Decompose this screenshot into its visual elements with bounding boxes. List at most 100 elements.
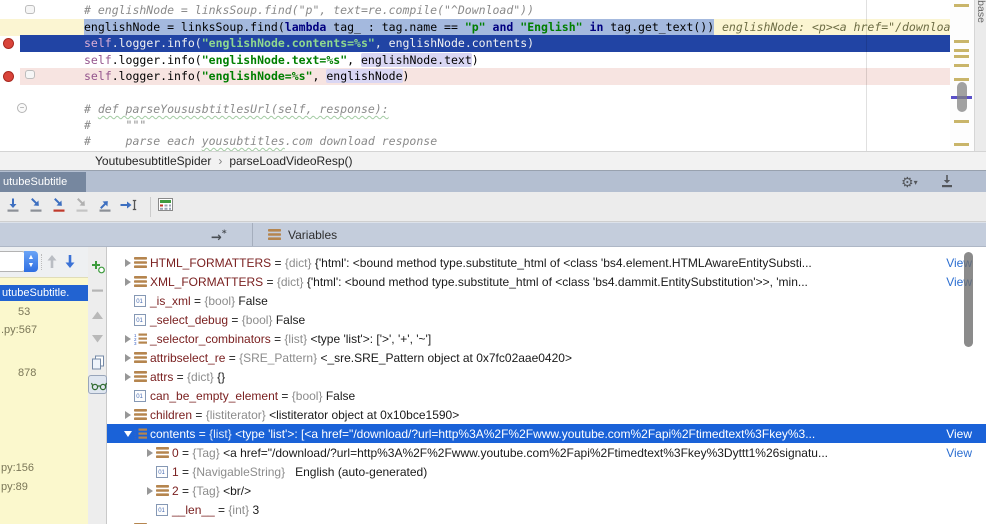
collapse-arrow-icon[interactable] (122, 430, 134, 437)
inline-debugger-value: englishNode: <p><a href="/download/ (722, 19, 965, 34)
step-over-icon[interactable] (4, 197, 24, 217)
object-variable-icon (134, 257, 150, 268)
variable-row[interactable]: 0 = {Tag} <a href="/download/?url=http%3… (107, 443, 986, 462)
stack-frame-row[interactable]: py:89 (1, 479, 28, 495)
next-frame-icon[interactable] (63, 253, 77, 270)
hide-frames-arrow-icon[interactable]: →* (211, 227, 231, 245)
warning-stripe-mark[interactable] (954, 78, 969, 81)
stack-frame-row[interactable]: .py:567 (1, 322, 37, 338)
fold-marker-icon[interactable] (25, 70, 35, 79)
variable-row[interactable]: 1 2 3 _selector_combinators = {list} <type … (107, 329, 986, 348)
code-line[interactable]: self.logger.info("englishNode.contents=%… (0, 35, 950, 52)
expand-arrow-icon[interactable] (122, 258, 134, 267)
expand-arrow-icon[interactable] (122, 277, 134, 286)
settings-gear-icon[interactable]: ⚙▾ (901, 173, 929, 191)
variable-type: {list} (284, 331, 311, 346)
code-line[interactable]: # def parseYoususbtitlesUrl(self, respon… (0, 101, 950, 118)
toolbar-separator (150, 197, 151, 217)
editor-scrollbar-thumb[interactable] (957, 82, 967, 112)
variable-row[interactable]: 01 can_be_empty_element = {bool} False (107, 386, 986, 405)
move-watch-up-icon[interactable] (91, 309, 104, 322)
smart-step-into-icon[interactable] (73, 197, 93, 217)
hide-toolwindow-icon[interactable] (940, 174, 956, 190)
debug-session-tab[interactable]: utubeSubtitle (0, 172, 86, 193)
variable-row[interactable]: descendants = {generator} <generator obj… (107, 519, 986, 524)
previous-frame-icon[interactable] (45, 253, 59, 270)
frames-list[interactable]: utubeSubtitle. 53 .py:567 878 py:156 py:89 (0, 277, 90, 524)
arrow-glyph (125, 258, 131, 267)
variable-type: {bool} (291, 388, 326, 403)
expand-arrow-icon[interactable] (122, 334, 134, 343)
error-stripe[interactable] (950, 0, 974, 151)
svg-text:01: 01 (136, 394, 143, 400)
breakpoint-icon[interactable] (3, 37, 14, 49)
warning-stripe-mark[interactable] (954, 4, 969, 7)
variable-row[interactable]: HTML_FORMATTERS = {dict} {'html': <bound… (107, 253, 986, 272)
variables-tree[interactable]: HTML_FORMATTERS = {dict} {'html': <bound… (107, 247, 986, 524)
move-watch-down-icon[interactable] (91, 331, 104, 344)
variable-row[interactable]: XML_FORMATTERS = {dict} {'html': <bound … (107, 272, 986, 291)
fold-marker-icon[interactable] (25, 5, 35, 14)
code-line[interactable]: # englishNode = linksSoup.find("p", text… (0, 2, 950, 19)
warning-stripe-mark[interactable] (954, 143, 969, 146)
stack-frame-row[interactable]: py:156 (1, 460, 34, 476)
expand-arrow-icon[interactable] (122, 372, 134, 381)
breadcrumb-class[interactable]: YoutubesubtitleSpider (95, 154, 211, 168)
variable-row[interactable]: attrs = {dict} {} (107, 367, 986, 386)
variable-row[interactable]: attribselect_re = {SRE_Pattern} <_sre.SR… (107, 348, 986, 367)
variable-type: {dict} (276, 274, 307, 289)
view-link[interactable]: View (940, 427, 972, 441)
code-line[interactable]: # """ (0, 117, 950, 134)
expand-arrow-icon[interactable] (144, 486, 156, 495)
breakpoint-icon[interactable] (3, 70, 14, 82)
thread-combobox[interactable] (0, 251, 26, 272)
add-watch-icon[interactable] (91, 260, 105, 274)
warning-stripe-mark[interactable] (954, 40, 969, 43)
equals-sign: = (178, 464, 193, 479)
arrow-glyph (125, 334, 131, 343)
fold-marker-icon[interactable]: − (17, 103, 27, 113)
code-line[interactable]: self.logger.info("englishNode.text=%s", … (0, 52, 950, 69)
run-to-cursor-icon[interactable] (119, 197, 139, 217)
variable-row[interactable]: 01 _is_xml = {bool} False (107, 291, 986, 310)
expand-arrow-icon[interactable] (122, 410, 134, 419)
variable-row[interactable]: 01 __len__ = {int} 3 (107, 500, 986, 519)
remove-watch-icon[interactable] (91, 284, 104, 297)
evaluate-expression-icon[interactable] (157, 197, 177, 217)
view-link[interactable]: View (940, 446, 972, 460)
variable-row[interactable]: 2 = {Tag} <br/> (107, 481, 986, 500)
step-out-icon[interactable] (96, 197, 116, 217)
variables-scrollbar-thumb[interactable] (964, 252, 973, 347)
variable-name: HTML_FORMATTERS (150, 255, 272, 270)
database-toolwindow-button[interactable]: Database (975, 0, 986, 23)
breadcrumb-method[interactable]: parseLoadVideoResp() (229, 154, 352, 168)
warning-stripe-mark[interactable] (954, 49, 969, 52)
thread-combobox-stepper[interactable]: ▲ ▼ (24, 251, 38, 272)
code-line[interactable]: englishNode = linksSoup.find(lambda tag_… (0, 18, 964, 36)
show-watches-icon[interactable] (88, 375, 107, 394)
variable-type: {bool} (241, 312, 276, 327)
code-line[interactable]: self.logger.info("englishNode=%s", engli… (0, 68, 950, 85)
panel-header-separator (252, 223, 253, 246)
step-into-icon[interactable] (27, 197, 47, 217)
variable-row[interactable]: 01 _select_debug = {bool} False (107, 310, 986, 329)
stack-frame-row[interactable]: 53 (18, 304, 30, 320)
variable-value: English (auto-generated) (288, 464, 428, 479)
warning-stripe-mark[interactable] (954, 55, 969, 58)
warning-stripe-mark[interactable] (954, 120, 969, 123)
code-line[interactable]: # parse each yousubtitles.com download r… (0, 133, 950, 150)
variable-row[interactable]: children = {listiterator} <listiterator … (107, 405, 986, 424)
variable-name: _selector_combinators (150, 331, 271, 346)
duplicate-watch-icon[interactable] (91, 355, 104, 370)
expand-arrow-icon[interactable] (144, 448, 156, 457)
warning-stripe-mark[interactable] (954, 64, 969, 67)
code-editor[interactable]: # englishNode = linksSoup.find("p", text… (0, 0, 986, 151)
primitive-variable-icon: 01 (156, 465, 172, 478)
variable-row[interactable]: 1 2 3 contents = {list} <type 'list'>: [<a … (107, 424, 986, 443)
variable-row[interactable]: 01 1 = {NavigableString} English (auto-ge… (107, 462, 986, 481)
force-step-into-icon[interactable] (50, 197, 70, 217)
expand-arrow-icon[interactable] (122, 353, 134, 362)
stack-frame-row[interactable]: 878 (18, 365, 36, 381)
stack-frame-row[interactable]: utubeSubtitle. (0, 285, 90, 301)
arrow-glyph (125, 277, 131, 286)
